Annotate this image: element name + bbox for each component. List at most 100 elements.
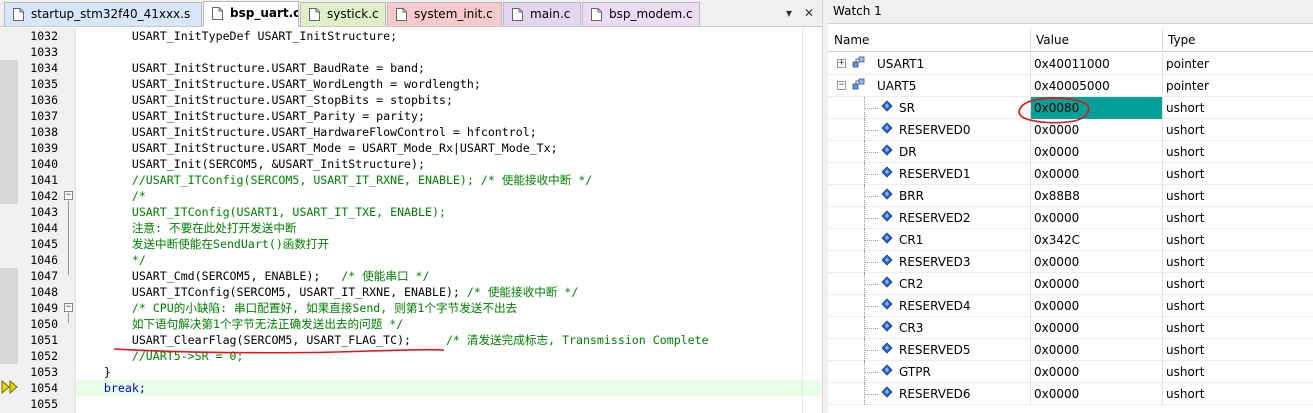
fold-toggle-icon[interactable]: − xyxy=(64,303,73,312)
column-header-value[interactable]: Value xyxy=(1030,29,1162,52)
collapse-icon[interactable]: − xyxy=(837,81,846,90)
column-divider xyxy=(1162,141,1163,163)
line-number: 1044 xyxy=(30,221,58,235)
watch-row[interactable]: RESERVED5 0x0000 ushort xyxy=(828,339,1313,361)
watch-value[interactable]: 0x0000 xyxy=(1031,339,1162,361)
code-comment: /* CPU的小缺陷: 串口配置好, 如果直接Send, 则第1个字节发送不出去 xyxy=(76,301,518,315)
tree-guide xyxy=(864,130,878,131)
watch-row[interactable]: RESERVED2 0x0000 ushort xyxy=(828,207,1313,229)
line-number: 1047 xyxy=(30,269,58,283)
watch-name: CR2 xyxy=(899,277,924,291)
code-line[interactable]: /* xyxy=(76,188,822,204)
watch-type: ushort xyxy=(1166,321,1205,335)
watch-row[interactable]: BRR 0x88B8 ushort xyxy=(828,185,1313,207)
watch-value[interactable]: 0x0000 xyxy=(1031,141,1162,163)
editor-tab[interactable]: system_init.c xyxy=(387,2,502,26)
watch-row[interactable]: RESERVED4 0x0000 ushort xyxy=(828,295,1313,317)
code-line[interactable]: //USART_ITConfig(SERCOM5, USART_IT_RXNE,… xyxy=(76,172,822,188)
watch-row[interactable]: GTPR 0x0000 ushort xyxy=(828,361,1313,383)
close-tab-icon[interactable]: ✕ xyxy=(800,3,818,23)
watch-type: ushort xyxy=(1166,189,1205,203)
watch-column-header: Name Value Type xyxy=(828,29,1313,52)
fold-toggle-icon[interactable]: − xyxy=(64,191,73,200)
column-header-name[interactable]: Name xyxy=(828,29,1030,52)
code-line[interactable]: USART_InitStructure.USART_BaudRate = ban… xyxy=(76,60,822,76)
watch-value[interactable]: 0x0000 xyxy=(1031,207,1162,229)
watch-value[interactable]: 0x0000 xyxy=(1031,163,1162,185)
code-comment: 发送中断使能在SendUart()函数打开 xyxy=(76,237,330,251)
watch-name: DR xyxy=(899,145,917,159)
code-line[interactable]: USART_InitStructure.USART_Mode = USART_M… xyxy=(76,140,822,156)
watch-type: pointer xyxy=(1166,57,1209,71)
editor-tab[interactable]: systick.c xyxy=(300,2,386,26)
code-line[interactable]: USART_ITConfig(SERCOM5, USART_IT_RXNE, E… xyxy=(76,284,822,300)
column-header-type[interactable]: Type xyxy=(1162,29,1313,52)
watch-row[interactable]: CR3 0x0000 ushort xyxy=(828,317,1313,339)
file-icon xyxy=(512,8,523,21)
column-divider xyxy=(1162,75,1163,97)
watch-value[interactable]: 0x40011000 xyxy=(1031,53,1162,75)
line-number: 1037 xyxy=(30,109,58,123)
current-execution-arrow-icon xyxy=(1,380,18,394)
gutter-marker xyxy=(0,172,18,188)
watch-row[interactable]: DR 0x0000 ushort xyxy=(828,141,1313,163)
code-line[interactable] xyxy=(76,396,822,412)
code-comment: /* 清发送完成标志, Transmission Complete xyxy=(445,333,709,347)
code-line[interactable]: */ xyxy=(76,252,822,268)
member-field-icon xyxy=(881,386,893,398)
watch-row[interactable]: RESERVED3 0x0000 ushort xyxy=(828,251,1313,273)
column-divider xyxy=(1162,163,1163,185)
code-line[interactable]: USART_InitStructure.USART_HardwareFlowCo… xyxy=(76,124,822,140)
code-line[interactable]: USART_Init(SERCOM5, &USART_InitStructure… xyxy=(76,156,822,172)
watch-value[interactable]: 0x0000 xyxy=(1031,383,1162,405)
member-field-icon xyxy=(881,144,893,156)
code-text: USART_InitStructure.USART_WordLength = w… xyxy=(76,77,481,91)
watch-row[interactable]: + USART1 0x40011000 pointer xyxy=(828,53,1313,75)
watch-value[interactable]: 0x342C xyxy=(1031,229,1162,251)
watch-value[interactable]: 0x0000 xyxy=(1031,273,1162,295)
code-line[interactable]: USART_Cmd(SERCOM5, ENABLE); /* 使能串口 */ xyxy=(76,268,822,284)
gutter-marker xyxy=(0,236,18,252)
code-line[interactable]: 注意: 不要在此处打开发送中断 xyxy=(76,220,822,236)
watch-value[interactable]: 0x0000 xyxy=(1031,361,1162,383)
watch-value[interactable]: 0x0000 xyxy=(1031,317,1162,339)
code-line[interactable]: USART_InitStructure.USART_Parity = parit… xyxy=(76,108,822,124)
code-editor-pane: startup_stm32f40_41xxx.s bsp_uart.c systic… xyxy=(0,0,822,413)
editor-tab[interactable]: bsp_uart.c xyxy=(203,1,299,27)
code-line[interactable]: USART_InitStructure.USART_StopBits = sto… xyxy=(76,92,822,108)
code-line[interactable]: 发送中断使能在SendUart()函数打开 xyxy=(76,236,822,252)
code-line[interactable] xyxy=(76,44,822,60)
file-icon xyxy=(591,8,602,21)
gutter-marker xyxy=(0,76,18,92)
line-number-gutter: 1032 1033 1034 1035 1036 1037 1038 1039 1040 1041… xyxy=(0,28,76,413)
watch-row[interactable]: RESERVED6 0x0000 ushort xyxy=(828,383,1313,405)
editor-tab[interactable]: bsp_modem.c xyxy=(582,2,700,26)
code-line[interactable]: USART_ITConfig(USART1, USART_IT_TXE, ENA… xyxy=(76,204,822,220)
watch-row[interactable]: CR2 0x0000 ushort xyxy=(828,273,1313,295)
code-comment: */ xyxy=(76,253,146,267)
editor-tab[interactable]: main.c xyxy=(503,2,581,26)
editor-tab[interactable]: startup_stm32f40_41xxx.s xyxy=(4,2,202,26)
line-number: 1055 xyxy=(30,397,58,411)
expand-icon[interactable]: + xyxy=(837,59,846,68)
watch-row[interactable]: RESERVED1 0x0000 ushort xyxy=(828,163,1313,185)
code-line[interactable]: 如下语句解决第1个字节无法正确发送出去的问题 */ xyxy=(76,316,822,332)
code-line[interactable]: USART_InitStructure.USART_WordLength = w… xyxy=(76,76,822,92)
column-divider xyxy=(1162,383,1163,405)
code-line[interactable]: } xyxy=(76,364,822,380)
line-number: 1040 xyxy=(30,157,58,171)
file-icon xyxy=(13,8,24,21)
code-line[interactable]: USART_InitTypeDef USART_InitStructure; xyxy=(76,28,822,44)
watch-row[interactable]: CR1 0x342C ushort xyxy=(828,229,1313,251)
member-field-icon xyxy=(881,298,893,310)
code-line[interactable]: break; xyxy=(76,380,822,396)
editor-tab-label: bsp_modem.c xyxy=(609,7,693,21)
gutter-marker xyxy=(0,28,18,44)
watch-value[interactable]: 0x0000 xyxy=(1031,251,1162,273)
code-line[interactable]: /* CPU的小缺陷: 串口配置好, 如果直接Send, 则第1个字节发送不出去 xyxy=(76,300,822,316)
watch-value[interactable]: 0x0000 xyxy=(1031,295,1162,317)
gutter-marker xyxy=(0,60,18,76)
gutter-marker xyxy=(0,284,18,300)
watch-value[interactable]: 0x88B8 xyxy=(1031,185,1162,207)
tab-dropdown-icon[interactable]: ▾ xyxy=(780,3,798,23)
